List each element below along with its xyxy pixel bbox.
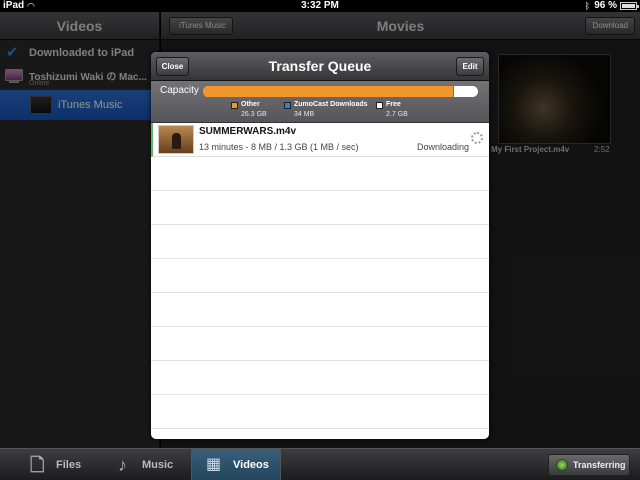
tab-bar: 🗋 Files ♪ Music ▦ Videos Transferring — [0, 448, 640, 480]
tab-videos[interactable]: ▦ Videos — [191, 449, 281, 480]
battery-percent: 96 % — [594, 0, 617, 11]
legend-size: 2.7 GB — [386, 111, 408, 118]
capacity-segment-zumocast — [453, 86, 455, 97]
legend-name: Free — [386, 101, 401, 108]
music-note-icon: ♪ — [118, 455, 127, 475]
file-icon: 🗋 — [30, 455, 45, 475]
empty-row — [151, 225, 489, 259]
status-bar: iPad ◠ 3:32 PM ᛒ 96 % — [0, 0, 640, 12]
capacity-bar — [203, 86, 478, 97]
capacity-panel: Capacity Other 26.3 GB ZumoCast Download… — [151, 81, 489, 123]
legend-name: ZumoCast Downloads — [294, 101, 368, 108]
dialog-title: Transfer Queue — [268, 58, 372, 74]
tab-label: Music — [142, 459, 174, 471]
transferring-label: Transferring — [573, 460, 626, 470]
transfer-queue-dialog: Close Transfer Queue Edit Capacity Other… — [151, 52, 489, 439]
queue-item[interactable]: SUMMERWARS.m4v 13 minutes - 8 MB / 1.3 G… — [151, 123, 489, 157]
legend-size: 34 MB — [294, 111, 315, 118]
transferring-button[interactable]: Transferring — [548, 454, 630, 476]
transfer-status-icon — [556, 459, 568, 471]
queue-item-filename: SUMMERWARS.m4v — [199, 126, 297, 137]
edit-button[interactable]: Edit — [456, 57, 484, 76]
tab-files[interactable]: 🗋 Files — [30, 449, 90, 480]
bluetooth-icon: ᛒ — [584, 1, 590, 11]
empty-row — [151, 259, 489, 293]
clock: 3:32 PM — [301, 0, 339, 11]
tab-music[interactable]: ♪ Music — [118, 449, 178, 480]
tab-label: Videos — [233, 459, 269, 471]
film-icon: ▦ — [206, 456, 222, 473]
empty-row — [151, 327, 489, 361]
queue-item-status: Downloading — [416, 142, 469, 152]
capacity-segment-other — [203, 86, 454, 97]
dialog-header: Close Transfer Queue Edit — [151, 52, 489, 81]
empty-row — [151, 293, 489, 327]
spinner-icon — [471, 132, 483, 144]
legend-name: Other — [241, 101, 260, 108]
battery-icon — [620, 2, 639, 10]
legend-swatch-free — [376, 102, 383, 109]
legend-swatch-zumocast — [284, 102, 291, 109]
legend-size: 26.3 GB — [241, 111, 267, 118]
empty-row — [151, 191, 489, 225]
video-thumbnail — [158, 125, 194, 154]
empty-row — [151, 395, 489, 429]
capacity-label: Capacity — [160, 85, 199, 96]
legend-swatch-other — [231, 102, 238, 109]
empty-row — [151, 361, 489, 395]
queue-item-progress: 13 minutes - 8 MB / 1.3 GB (1 MB / sec) — [199, 142, 359, 152]
tab-label: Files — [56, 459, 82, 471]
empty-row — [151, 157, 489, 191]
